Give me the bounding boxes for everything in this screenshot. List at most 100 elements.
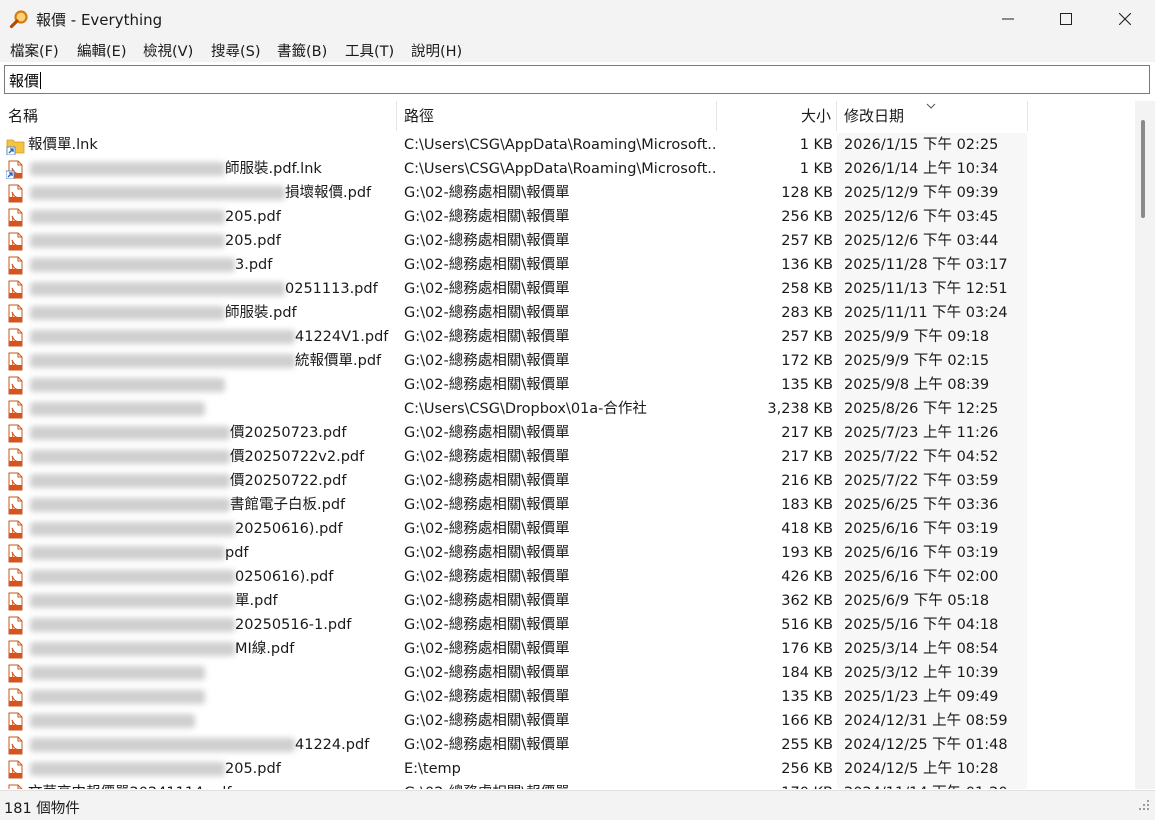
file-name: 文華高中報價單20241114.pdf: [28, 781, 395, 789]
file-size: 184 KB: [781, 665, 833, 681]
file-row[interactable]: C:\Users\CSG\Dropbox\01a-合作社 3,238 KB 2025…: [0, 397, 1028, 421]
menu-bookmarks[interactable]: 書籤(B): [277, 40, 327, 61]
redacted-filename-blur: [30, 762, 225, 776]
close-button[interactable]: [1096, 0, 1154, 38]
redacted-filename-blur: [30, 522, 235, 536]
column-divider[interactable]: [836, 101, 837, 131]
maximize-icon: [1060, 13, 1072, 25]
file-name: 41224V1.pdf: [295, 329, 389, 345]
redacted-filename-blur: [30, 570, 235, 584]
file-row[interactable]: 統報價單.pdf G:\02-總務處相關\報價單 172 KB 2025/9/9 下午…: [0, 349, 1028, 373]
file-modified-date: 2025/7/22 下午 04:52: [844, 449, 999, 465]
file-row[interactable]: 20250616).pdf G:\02-總務處相關\報價單 418 KB 2025/6…: [0, 517, 1028, 541]
file-row[interactable]: 3.pdf G:\02-總務處相關\報價單 136 KB 2025/11/28 下午 …: [0, 253, 1028, 277]
file-row[interactable]: 文華高中報價單20241114.pdf G:\02-總務處相關\報價單170 KB…: [0, 781, 1028, 789]
redacted-filename-blur: [30, 474, 230, 488]
file-row[interactable]: 價20250722v2.pdf G:\02-總務處相關\報價單 217 KB 2025…: [0, 445, 1028, 469]
menu-view[interactable]: 檢視(V): [143, 40, 193, 61]
maximize-button[interactable]: [1037, 0, 1095, 38]
file-size: 258 KB: [781, 281, 833, 297]
file-name: 師服裝.pdf: [225, 305, 297, 321]
file-modified-date: 2025/8/26 下午 12:25: [844, 401, 999, 417]
file-row[interactable]: G:\02-總務處相關\報價單 184 KB 2025/3/12 上午 10:39: [0, 661, 1028, 685]
pdf-file-icon: [6, 424, 25, 443]
pdf-file-icon: [6, 616, 25, 635]
file-modified-date: 2024/12/5 上午 10:28: [844, 761, 999, 777]
file-size: 170 KB: [720, 781, 833, 789]
header-size[interactable]: 大小: [720, 101, 831, 131]
pdf-file-icon: [6, 592, 25, 611]
file-name: MI線.pdf: [235, 641, 295, 657]
file-row[interactable]: 205.pdf G:\02-總務處相關\報價單 256 KB 2025/12/6 下午…: [0, 205, 1028, 229]
redacted-filename-blur: [30, 642, 235, 656]
column-header: 名稱 路徑 大小 修改日期: [0, 101, 1135, 131]
file-row[interactable]: 41224V1.pdf G:\02-總務處相關\報價單 257 KB 2025/9/9…: [0, 325, 1028, 349]
file-name: 205.pdf: [225, 761, 281, 777]
file-path: G:\02-總務處相關\報價單: [404, 737, 570, 753]
menu-tools[interactable]: 工具(T): [345, 40, 394, 61]
file-row[interactable]: 單.pdf G:\02-總務處相關\報價單 362 KB 2025/6/9 下午 05…: [0, 589, 1028, 613]
file-row[interactable]: 師服裝.pdf G:\02-總務處相關\報價單 283 KB 2025/11/11 下…: [0, 301, 1028, 325]
column-divider[interactable]: [1027, 101, 1028, 131]
scrollbar-thumb[interactable]: [1141, 120, 1145, 218]
file-row[interactable]: MI線.pdf G:\02-總務處相關\報價單 176 KB 2025/3/14 上午…: [0, 637, 1028, 661]
redacted-filename-blur: [30, 666, 205, 680]
sort-descending-icon: [926, 103, 936, 109]
menu-edit[interactable]: 編輯(E): [77, 40, 126, 61]
file-name: 損壞報價.pdf: [285, 185, 372, 201]
column-divider[interactable]: [716, 101, 717, 131]
vertical-scrollbar[interactable]: [1135, 101, 1155, 789]
file-size: 172 KB: [781, 353, 833, 369]
file-name: 價20250722.pdf: [230, 473, 347, 489]
file-row[interactable]: 價20250723.pdf G:\02-總務處相關\報價單 217 KB 2025/7…: [0, 421, 1028, 445]
menu-file[interactable]: 檔案(F): [10, 40, 59, 61]
menu-help[interactable]: 說明(H): [411, 40, 462, 61]
header-path[interactable]: 路徑: [404, 101, 434, 131]
menu-search[interactable]: 搜尋(S): [211, 40, 261, 61]
file-modified-date: 2025/6/16 下午 03:19: [844, 521, 999, 537]
resize-grip-icon[interactable]: [1134, 796, 1152, 814]
file-row[interactable]: G:\02-總務處相關\報價單 166 KB 2024/12/31 上午 08:59: [0, 709, 1028, 733]
pdf-file-icon: [6, 400, 25, 419]
redacted-filename-blur: [30, 402, 205, 416]
pdf-file-icon: [6, 736, 25, 755]
file-row[interactable]: 0251113.pdf G:\02-總務處相關\報價單 258 KB 2025/11/…: [0, 277, 1028, 301]
file-row[interactable]: 20250516-1.pdf G:\02-總務處相關\報價單 516 KB 2025/…: [0, 613, 1028, 637]
file-row[interactable]: 書館電子白板.pdf G:\02-總務處相關\報價單 183 KB 2025/6/25…: [0, 493, 1028, 517]
file-row[interactable]: 損壞報價.pdf G:\02-總務處相關\報價單 128 KB 2025/12/9 下…: [0, 181, 1028, 205]
pdf-shortcut-icon: [6, 160, 25, 179]
header-modified[interactable]: 修改日期: [844, 101, 904, 131]
file-size: 135 KB: [781, 377, 833, 393]
file-row[interactable]: 205.pdf G:\02-總務處相關\報價單 257 KB 2025/12/6 下午…: [0, 229, 1028, 253]
file-row[interactable]: 報價單.lnk C:\Users\CSG\AppData\Roaming\Micr…: [0, 133, 1028, 157]
pdf-file-icon: [6, 688, 25, 707]
column-divider[interactable]: [396, 101, 397, 131]
file-size: 418 KB: [781, 521, 833, 537]
search-input[interactable]: 報價: [4, 65, 1150, 94]
file-size: 1 KB: [799, 161, 833, 177]
file-row[interactable]: 價20250722.pdf G:\02-總務處相關\報價單 216 KB 2025/7…: [0, 469, 1028, 493]
file-path: G:\02-總務處相關\報價單: [404, 353, 570, 369]
header-name[interactable]: 名稱: [8, 101, 38, 131]
pdf-file-icon: [6, 208, 25, 227]
file-path: G:\02-總務處相關\報價單: [404, 545, 570, 561]
file-name: 單.pdf: [235, 593, 278, 609]
file-row[interactable]: 205.pdf E:\temp 256 KB 2024/12/5 上午 10:28: [0, 757, 1028, 781]
file-row[interactable]: 0250616).pdf G:\02-總務處相關\報價單 426 KB 2025/6/…: [0, 565, 1028, 589]
file-row[interactable]: 師服裝.pdf.lnk C:\Users\CSG\AppData\Roaming\…: [0, 157, 1028, 181]
file-name: 205.pdf: [225, 209, 281, 225]
minimize-button[interactable]: [979, 0, 1037, 38]
file-row[interactable]: G:\02-總務處相關\報價單 135 KB 2025/9/8 上午 08:39: [0, 373, 1028, 397]
file-row[interactable]: G:\02-總務處相關\報價單 135 KB 2025/1/23 上午 09:49: [0, 685, 1028, 709]
redacted-filename-blur: [30, 714, 195, 728]
file-name: 20250516-1.pdf: [235, 617, 352, 633]
file-row[interactable]: 41224.pdf G:\02-總務處相關\報價單 255 KB 2024/12/25…: [0, 733, 1028, 757]
file-modified-date: 2025/12/9 下午 09:39: [844, 185, 999, 201]
file-modified-date: 2025/9/8 上午 08:39: [844, 377, 990, 393]
file-row[interactable]: pdf G:\02-總務處相關\報價單 193 KB 2025/6/16 下午 03:…: [0, 541, 1028, 565]
redacted-filename-blur: [30, 618, 235, 632]
pdf-file-icon: [6, 448, 25, 467]
file-modified-date: 2025/6/9 下午 05:18: [844, 593, 990, 609]
file-name: 書館電子白板.pdf: [230, 497, 346, 513]
file-size: 256 KB: [781, 209, 833, 225]
